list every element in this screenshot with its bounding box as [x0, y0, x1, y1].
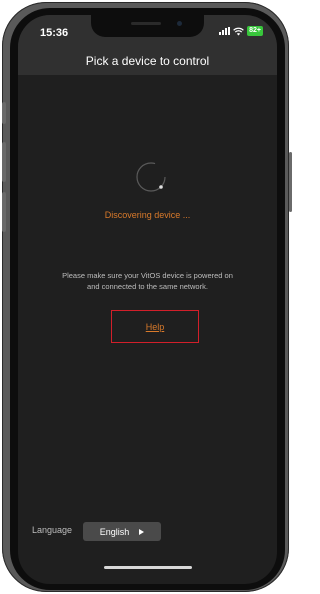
front-camera	[177, 21, 182, 26]
help-link[interactable]: Help	[146, 322, 165, 332]
page-title: Pick a device to control	[85, 54, 210, 68]
status-bar: 15:36 82+	[18, 15, 277, 49]
help-button[interactable]: Help	[111, 310, 199, 343]
discovering-status: Discovering device ...	[104, 210, 191, 220]
volume-down-button	[2, 192, 6, 232]
signal-icon	[219, 27, 231, 35]
instruction-line-1: Please make sure your VitOS device is po…	[62, 271, 233, 280]
home-indicator[interactable]	[104, 566, 192, 569]
app-screen: 15:36 82+ Pick a device to control Disco…	[18, 15, 277, 584]
battery-icon: 82+	[247, 26, 263, 36]
instruction-message: Please make sure your VitOS device is po…	[38, 270, 257, 292]
wifi-icon	[233, 27, 244, 36]
status-time: 15:36	[40, 27, 69, 39]
language-select[interactable]: English	[83, 522, 161, 541]
play-arrow-icon	[139, 528, 145, 535]
volume-up-button	[2, 142, 6, 182]
language-label: Language	[32, 525, 73, 535]
mute-switch	[2, 102, 6, 124]
power-button	[289, 152, 292, 212]
loading-spinner-icon	[136, 162, 166, 192]
language-value: English	[99, 526, 130, 537]
speaker-grille	[131, 22, 161, 25]
status-icons: 82+	[219, 25, 263, 37]
instruction-line-2: and connected to the same network.	[87, 282, 208, 291]
notch	[91, 15, 204, 37]
page-header: Pick a device to control	[18, 49, 277, 75]
